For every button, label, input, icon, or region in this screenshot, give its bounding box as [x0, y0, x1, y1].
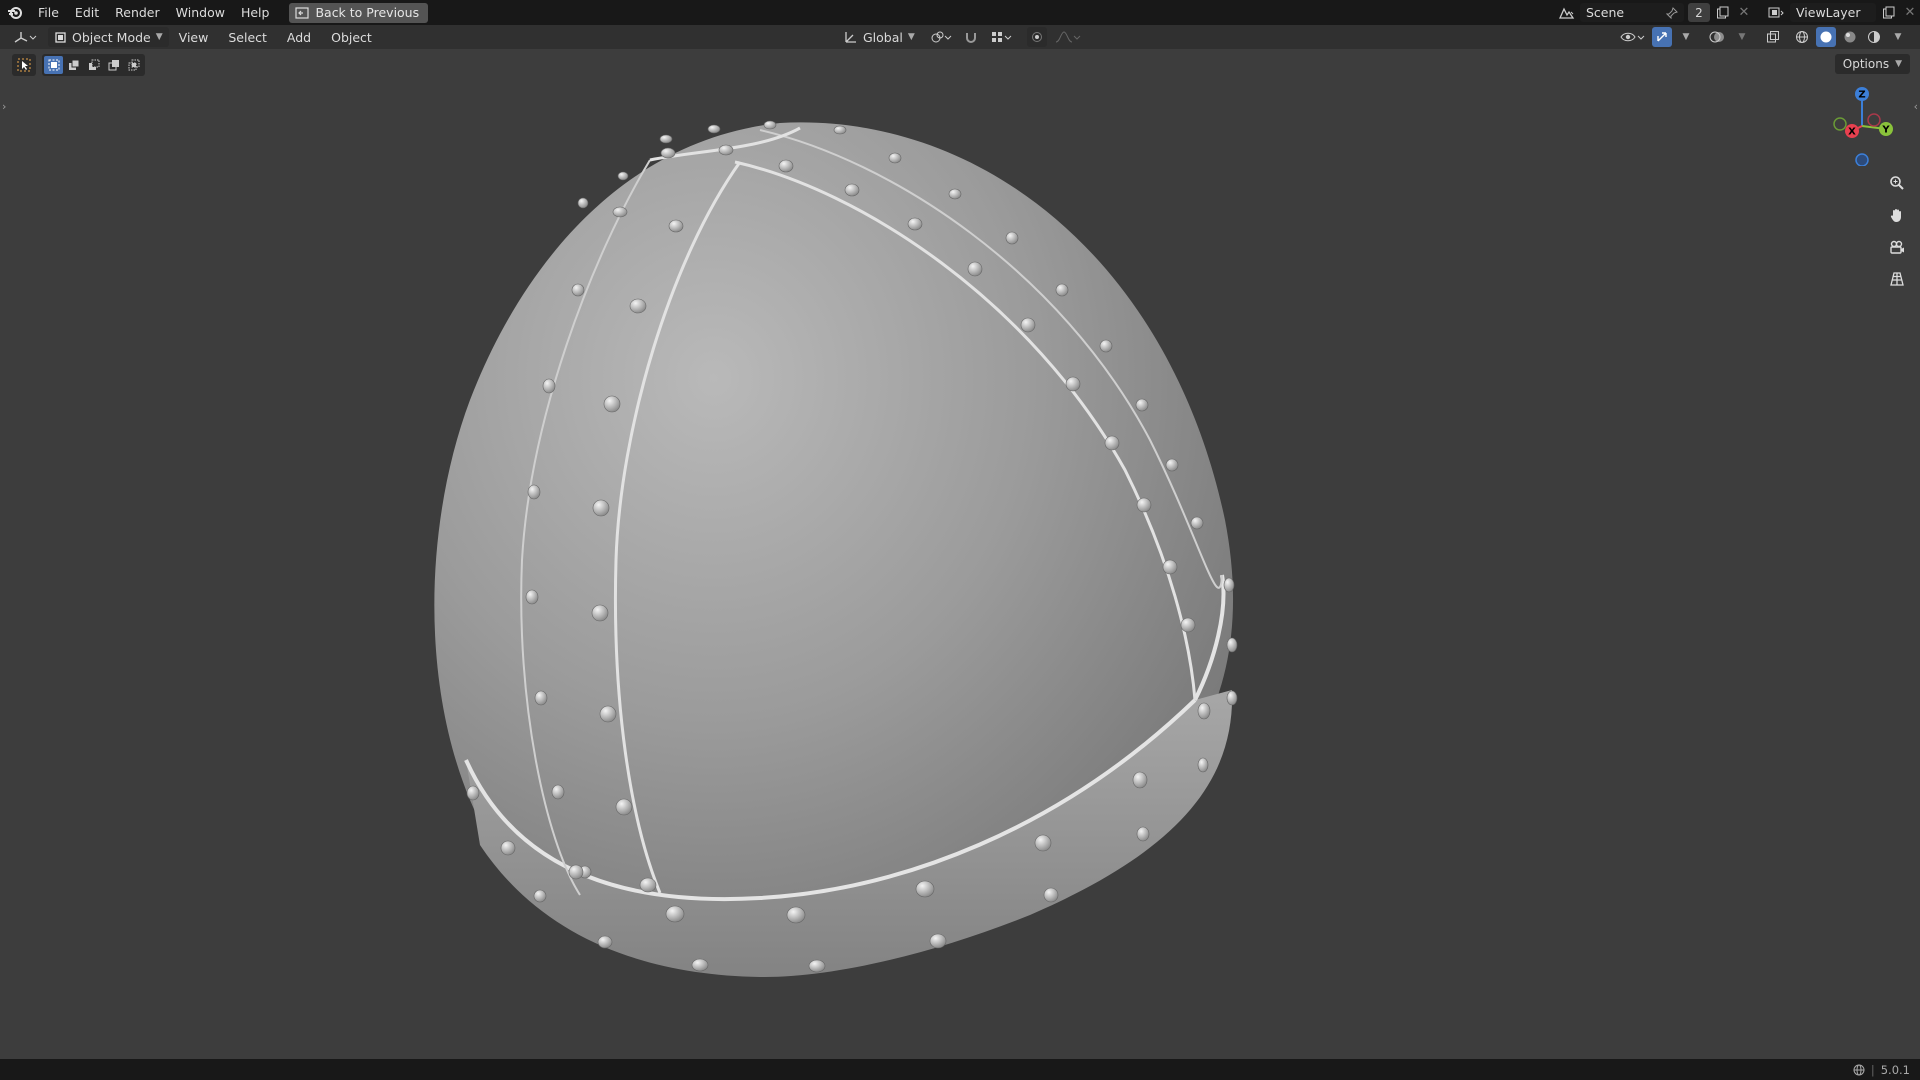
new-view-layer-icon[interactable]: [1876, 3, 1900, 23]
gizmo-x-label: X: [1848, 127, 1856, 138]
gizmo-toggle-icon[interactable]: [1652, 27, 1672, 47]
pan-hand-icon[interactable]: [1884, 202, 1910, 228]
pin-icon[interactable]: [1666, 6, 1678, 19]
camera-view-icon[interactable]: [1884, 234, 1910, 260]
scene-users-count[interactable]: 2: [1688, 3, 1710, 22]
gizmo-neg-z-icon: [1855, 153, 1869, 167]
helmet-model[interactable]: [0, 49, 1920, 1059]
pivot-point-icon[interactable]: [927, 27, 955, 47]
view-layer-field[interactable]: ViewLayer: [1790, 3, 1876, 22]
perspective-grid-icon[interactable]: [1884, 266, 1910, 292]
viewport-display-tools: ▼ ▼ ▼: [1618, 25, 1908, 49]
menu-edit[interactable]: Edit: [67, 0, 107, 25]
new-scene-icon[interactable]: [1710, 3, 1734, 23]
falloff-dropdown-icon[interactable]: [1053, 27, 1083, 47]
transform-tools: Global ▼: [838, 25, 1083, 49]
gizmo-neg-x-icon: [1867, 113, 1881, 127]
chevron-down-icon: ▼: [155, 32, 163, 42]
transform-orientation-dropdown[interactable]: Global ▼: [838, 27, 921, 47]
menu-object[interactable]: Object: [321, 30, 382, 45]
gizmo-z-label: Z: [1858, 90, 1865, 101]
proportional-editing-icon[interactable]: [1026, 27, 1047, 47]
options-label: Options: [1842, 57, 1890, 71]
viewport-tool-row: [12, 54, 145, 76]
gizmo-dropdown-icon[interactable]: ▼: [1676, 27, 1696, 47]
object-mode-dropdown[interactable]: Object Mode ▼: [48, 27, 169, 47]
back-to-previous-button[interactable]: Back to Previous: [289, 2, 429, 23]
globe-icon[interactable]: [1853, 1064, 1865, 1076]
select-extend-icon[interactable]: [64, 56, 83, 74]
visibility-eye-icon[interactable]: [1618, 27, 1648, 47]
editor-type-icon[interactable]: [8, 27, 42, 47]
view-layer-icon[interactable]: [1762, 3, 1790, 23]
selection-mode-group: [42, 54, 145, 76]
menu-file[interactable]: File: [30, 0, 67, 25]
navigation-gizmo[interactable]: Z Y X: [1822, 86, 1902, 167]
select-intersect-icon[interactable]: [124, 56, 143, 74]
object-mode-label: Object Mode: [72, 29, 151, 45]
top-menubar: File Edit Render Window Help Back to Pre…: [0, 0, 1920, 25]
overlays-toggle-icon[interactable]: [1706, 27, 1728, 47]
rendered-shading-icon[interactable]: [1864, 27, 1884, 47]
transform-orientation-label: Global: [863, 29, 903, 45]
orientation-axes-icon: [845, 32, 856, 43]
view-layer-name: ViewLayer: [1796, 5, 1861, 20]
select-invert-icon[interactable]: [104, 56, 123, 74]
chevron-down-icon: ▼: [1895, 59, 1902, 69]
delete-view-layer-icon[interactable]: ✕: [1900, 3, 1920, 23]
select-new-icon[interactable]: [44, 56, 63, 74]
status-bar: | 5.0.1: [0, 1059, 1920, 1080]
solid-shading-icon[interactable]: [1816, 27, 1836, 47]
chevron-down-icon: ▼: [907, 32, 915, 42]
zoom-icon[interactable]: [1884, 170, 1910, 196]
wireframe-shading-icon[interactable]: [1792, 27, 1812, 47]
gizmo-y-label: Y: [1881, 125, 1890, 136]
version-label: 5.0.1: [1880, 1062, 1910, 1077]
delete-scene-icon[interactable]: ✕: [1734, 3, 1754, 23]
select-tool-icon[interactable]: [12, 54, 36, 76]
toolbar-expand-arrow-icon[interactable]: ›: [2, 100, 6, 113]
material-preview-shading-icon[interactable]: [1840, 27, 1860, 47]
menu-window[interactable]: Window: [168, 0, 233, 25]
options-dropdown[interactable]: Options ▼: [1834, 54, 1910, 74]
menu-add[interactable]: Add: [277, 30, 321, 45]
snap-target-icon[interactable]: [987, 27, 1015, 47]
object-cube-icon: [55, 31, 66, 43]
scene-name: Scene: [1586, 5, 1625, 20]
scene-name-field[interactable]: Scene: [1580, 3, 1684, 22]
blender-logo-icon[interactable]: [4, 2, 26, 24]
back-button-label: Back to Previous: [315, 5, 420, 20]
gizmo-neg-y-icon: [1833, 117, 1847, 131]
snap-toggle-icon[interactable]: [961, 27, 981, 47]
menu-render[interactable]: Render: [107, 0, 168, 25]
scene-selector-icon[interactable]: [1552, 3, 1580, 23]
shading-dropdown-icon[interactable]: ▼: [1888, 27, 1908, 47]
overlays-dropdown-icon[interactable]: ▼: [1732, 27, 1752, 47]
back-screen-icon: [295, 6, 310, 19]
menu-select[interactable]: Select: [218, 30, 277, 45]
status-divider: |: [1870, 1062, 1875, 1077]
3d-viewport[interactable]: [0, 49, 1920, 1059]
sidebar-expand-arrow-icon[interactable]: ‹: [1914, 100, 1918, 113]
menu-view[interactable]: View: [169, 30, 219, 45]
select-subtract-icon[interactable]: [84, 56, 103, 74]
menu-help[interactable]: Help: [233, 0, 278, 25]
xray-toggle-icon[interactable]: [1762, 27, 1784, 47]
navigation-buttons: [1884, 170, 1910, 292]
